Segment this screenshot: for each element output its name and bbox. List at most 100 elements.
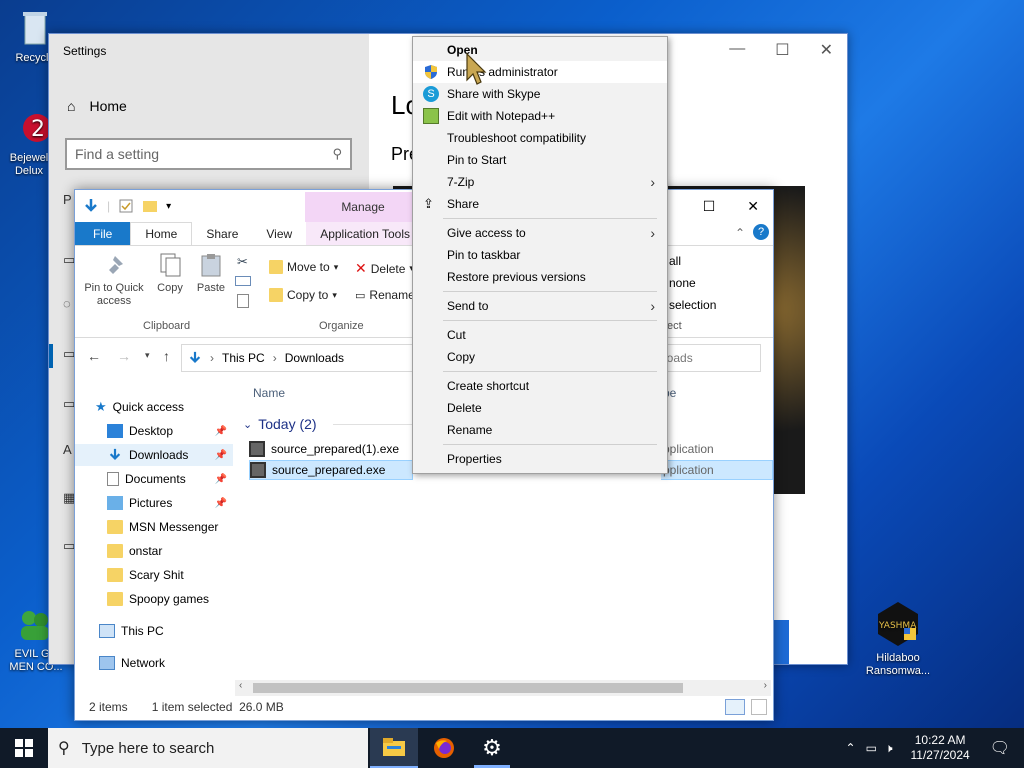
nav-desktop[interactable]: Desktop 📌 (75, 420, 233, 442)
minimize-icon[interactable]: — (729, 40, 745, 60)
details-view-icon[interactable] (725, 699, 745, 715)
nav-downloads[interactable]: Downloads 📌 (75, 444, 233, 466)
network-icon[interactable]: ▭ (866, 741, 877, 755)
menu-item-rename[interactable]: Rename (413, 419, 667, 441)
nav-spoopy-games[interactable]: Spoopy games (75, 588, 233, 610)
settings-home-link[interactable]: ⌂ Home (67, 98, 127, 114)
tab-share[interactable]: Share (192, 222, 252, 245)
address-bar[interactable]: › This PC › Downloads (181, 344, 421, 372)
menu-item-restore-previous-versions[interactable]: Restore previous versions (413, 266, 667, 288)
chevron-up-icon[interactable]: ⌃ (846, 741, 856, 755)
taskbar-settings[interactable]: ⚙ (468, 728, 516, 768)
menu-item-properties[interactable]: Properties (413, 448, 667, 470)
qat-dropdown-icon[interactable]: ▾ (166, 201, 171, 212)
cut-icon[interactable]: ✂ (237, 254, 248, 270)
scrollbar-thumb[interactable] (253, 683, 683, 693)
large-icons-view-icon[interactable] (751, 699, 767, 715)
nav-pictures[interactable]: Pictures 📌 (75, 492, 233, 514)
menu-label: Properties (447, 452, 502, 466)
group-divider (333, 424, 413, 425)
select-none-button[interactable]: none (669, 276, 696, 290)
menu-item-share[interactable]: ⇪ Share (413, 193, 667, 215)
copy-button[interactable]: Copy (153, 252, 187, 295)
notification-icon[interactable]: 🗨 (990, 738, 1010, 758)
tab-view[interactable]: View (252, 222, 306, 245)
nav-network[interactable]: Network (75, 652, 233, 674)
menu-item-troubleshoot-compatibility[interactable]: Troubleshoot compatibility (413, 127, 667, 149)
maximize-icon[interactable]: ☐ (703, 198, 716, 215)
explorer-window-controls: ☐ ✕ (703, 198, 759, 215)
search-downloads-input[interactable]: loads (655, 344, 761, 372)
clock[interactable]: 10:22 AM 11/27/2024 (911, 733, 970, 763)
up-icon[interactable]: ↑ (163, 348, 170, 364)
menu-item-run-as-administrator[interactable]: Run as administrator (413, 61, 667, 83)
menu-item-share-with-skype[interactable]: S Share with Skype (413, 83, 667, 105)
rename-button[interactable]: ▭ Rename (355, 288, 415, 302)
menu-label: Restore previous versions (447, 270, 586, 284)
menu-item-pin-to-taskbar[interactable]: Pin to taskbar (413, 244, 667, 266)
menu-item-open[interactable]: Open (413, 39, 667, 61)
new-folder-icon[interactable] (142, 198, 158, 214)
nav-this-pc[interactable]: This PC (75, 620, 233, 642)
menu-item-send-to[interactable]: Send to › (413, 295, 667, 317)
nav-label: This PC (121, 624, 164, 638)
ribbon-collapse-icon[interactable]: ⌃ (735, 226, 745, 240)
paste-shortcut-icon[interactable] (237, 294, 249, 308)
properties-icon[interactable] (118, 198, 134, 214)
file-row-selected[interactable]: source_prepared.exe (249, 460, 413, 480)
copy-to-label: Copy to (287, 288, 329, 302)
copy-to-button[interactable]: Copy to ▾ (269, 288, 337, 302)
nav-quick-access[interactable]: ★ Quick access (95, 396, 235, 418)
documents-icon (107, 472, 119, 486)
menu-label: Rename (447, 423, 493, 437)
recent-locations-icon[interactable]: ▾ (145, 350, 150, 361)
menu-item-7-zip[interactable]: 7-Zip › (413, 171, 667, 193)
start-button[interactable] (0, 728, 48, 768)
tab-application-tools[interactable]: Application Tools (306, 222, 425, 245)
select-all-button[interactable]: all (669, 254, 681, 268)
breadcrumb-downloads[interactable]: Downloads (285, 351, 344, 365)
menu-item-create-shortcut[interactable]: Create shortcut (413, 375, 667, 397)
paste-button[interactable]: Paste (193, 252, 229, 295)
help-icon[interactable]: ? (753, 224, 769, 240)
taskbar-file-explorer[interactable] (370, 728, 418, 768)
file-name: source_prepared(1).exe (271, 442, 400, 456)
group-header-today[interactable]: ⌄ Today (2) (243, 416, 317, 432)
menu-item-give-access-to[interactable]: Give access to › (413, 222, 667, 244)
menu-item-copy[interactable]: Copy (413, 346, 667, 368)
back-icon[interactable]: ← (87, 348, 101, 364)
menu-item-edit-with-notepad-plus-plus[interactable]: Edit with Notepad++ (413, 105, 667, 127)
desktop-icon-hildaboo[interactable]: YASHMA Hildaboo Ransomwa... (860, 600, 936, 678)
invert-selection-button[interactable]: selection (669, 298, 716, 312)
tab-file[interactable]: File (75, 222, 131, 245)
file-row[interactable]: source_prepared(1).exe (249, 439, 413, 459)
taskbar-search-box[interactable]: ⚲ Type here to search (48, 728, 368, 768)
maximize-icon[interactable]: ☐ (775, 40, 789, 60)
menu-item-delete[interactable]: Delete (413, 397, 667, 419)
delete-button[interactable]: ✕ Delete▾ (355, 260, 414, 277)
find-setting-input[interactable]: Find a setting ⚲ (65, 138, 352, 170)
menu-separator (443, 218, 657, 219)
pin-to-quick-access-button[interactable]: Pin to Quick access (81, 252, 147, 308)
nav-documents[interactable]: Documents 📌 (75, 468, 233, 490)
breadcrumb-this-pc[interactable]: This PC (222, 351, 265, 365)
menu-label: 7-Zip (447, 175, 475, 189)
menu-item-cut[interactable]: Cut (413, 324, 667, 346)
menu-item-pin-to-start[interactable]: Pin to Start (413, 149, 667, 171)
scroll-right-icon[interactable]: › (764, 680, 767, 691)
nav-scary-shit[interactable]: Scary Shit (75, 564, 233, 586)
nav-onstar[interactable]: onstar (75, 540, 233, 562)
manage-context-tab-header[interactable]: Manage (305, 192, 421, 222)
tab-home[interactable]: Home (130, 222, 193, 245)
volume-muted-icon[interactable]: 🕨 (885, 741, 893, 756)
forward-icon[interactable]: → (117, 348, 131, 364)
scroll-left-icon[interactable]: ‹ (239, 680, 242, 691)
move-to-button[interactable]: Move to ▾ (269, 260, 338, 274)
copy-path-icon[interactable] (235, 276, 251, 286)
close-icon[interactable]: ✕ (820, 40, 833, 60)
nav-msn-messenger[interactable]: MSN Messenger (75, 516, 233, 538)
close-icon[interactable]: ✕ (747, 198, 759, 215)
taskbar-firefox[interactable] (420, 728, 468, 768)
column-header-name[interactable]: Name (253, 386, 285, 400)
nav-label: Network (121, 656, 166, 670)
